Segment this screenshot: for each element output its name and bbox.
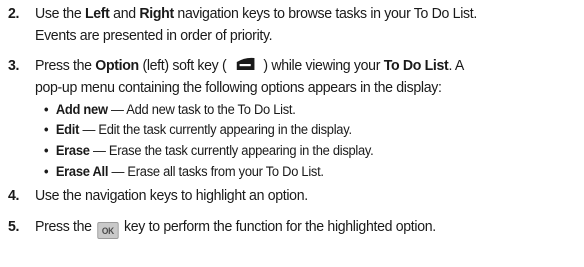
step-text: Press the OK key to perform the function…: [35, 216, 538, 239]
option-term: Edit: [55, 122, 80, 138]
step-text: Press the Option (left) soft key ( ) whi…: [34, 57, 464, 96]
option-desc: Erase all tasks from your To Do List.: [127, 164, 324, 180]
option-desc: Add new task to the To Do List.: [126, 102, 296, 118]
step-5: 5. Press the OK key to perform the funct…: [8, 216, 538, 239]
key-name: Right: [139, 5, 174, 22]
left-softkey-icon: [234, 57, 256, 71]
key-name: Left: [84, 5, 110, 22]
ok-key-icon: OK: [97, 222, 119, 239]
step-number: 5.: [8, 218, 20, 235]
list-name: To Do List: [383, 57, 449, 74]
option-erase-all: • Erase All — Erase all tasks from your T…: [44, 164, 324, 180]
option-erase: • Erase — Erase the task currently appear…: [44, 143, 374, 159]
option-add-new: • Add new — Add new task to the To Do Lis…: [44, 102, 296, 118]
option-desc: Edit the task currently appearing in the…: [98, 122, 352, 138]
step-number: 3.: [8, 57, 20, 74]
step-number: 2.: [8, 5, 20, 22]
step-text: Use the navigation keys to highlight an …: [34, 187, 308, 204]
step-text: Use the Left and Right navigation keys t…: [34, 5, 477, 44]
option-term: Erase: [55, 143, 90, 159]
key-name: Option: [95, 57, 139, 74]
option-edit: • Edit — Edit the task currently appearin…: [44, 122, 352, 138]
step-4: 4. Use the navigation keys to highlight …: [8, 185, 538, 207]
option-term: Add new: [55, 102, 108, 118]
step-2: 2. Use the Left and Right navigation key…: [8, 3, 538, 46]
option-term: Erase All: [55, 164, 109, 180]
option-desc: Erase the task currently appearing in th…: [108, 143, 374, 159]
manual-page: 2. Use the Left and Right navigation key…: [0, 0, 584, 267]
step-number: 4.: [8, 187, 20, 204]
step-3: 3. Press the Option (left) soft key ( ) …: [8, 55, 538, 98]
